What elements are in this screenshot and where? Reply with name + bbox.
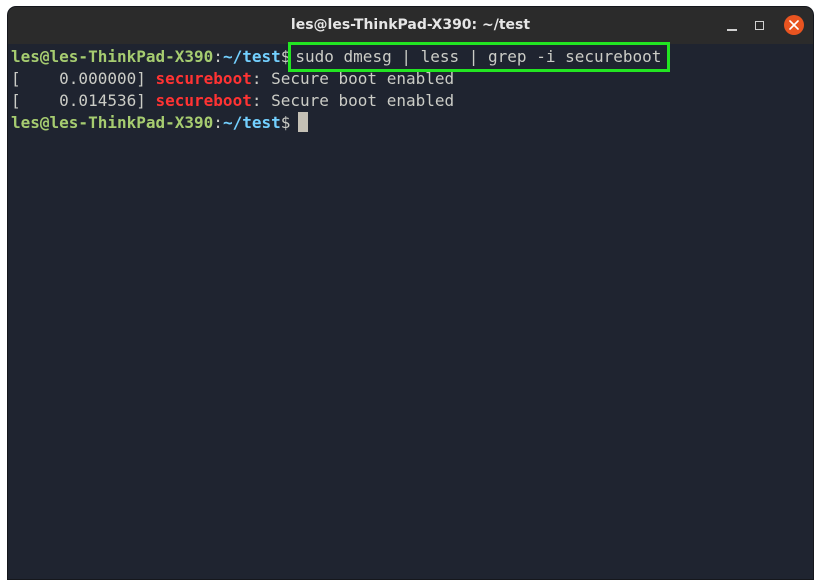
minimize-button[interactable] (722, 16, 742, 36)
command-text: sudo dmesg | less | grep -i secureboot (295, 47, 662, 66)
title-bar[interactable]: les@les-ThinkPad-X390: ~/test (8, 7, 813, 44)
prompt-symbol: $ (280, 113, 291, 132)
output-timestamp: [ 0.014536] (11, 91, 146, 110)
prompt-line: les@les-ThinkPad-X390:~/test$ (11, 112, 813, 134)
output-match: secureboot (155, 91, 252, 110)
close-icon (789, 20, 799, 30)
output-timestamp: [ 0.000000] (11, 69, 146, 88)
minimize-icon (727, 29, 737, 31)
close-button[interactable] (784, 15, 804, 35)
prompt-user-host: les@les-ThinkPad-X390 (11, 113, 214, 132)
prompt-colon: : (213, 113, 223, 132)
terminal-content[interactable]: les@les-ThinkPad-X390:~/test$ sudo dmesg … (8, 42, 813, 579)
prompt-user-host: les@les-ThinkPad-X390 (11, 47, 214, 66)
output-message: : Secure boot enabled (251, 91, 455, 110)
prompt-path: ~/test (222, 47, 281, 66)
output-line: [ 0.000000] secureboot: Secure boot enab… (11, 68, 813, 90)
maximize-button[interactable] (750, 16, 770, 36)
window-title: les@les-ThinkPad-X390: ~/test (290, 17, 531, 33)
output-line: [ 0.014536] secureboot: Secure boot enab… (11, 90, 813, 112)
output-match: secureboot (155, 69, 252, 88)
text-cursor (298, 112, 309, 132)
prompt-colon: : (213, 47, 223, 66)
command-line: les@les-ThinkPad-X390:~/test$ sudo dmesg … (11, 42, 813, 72)
prompt-path: ~/test (222, 113, 281, 132)
terminal-window: les@les-ThinkPad-X390: ~/test les@les-Th… (8, 7, 813, 579)
output-message: : Secure boot enabled (251, 69, 455, 88)
maximize-icon (755, 21, 764, 30)
